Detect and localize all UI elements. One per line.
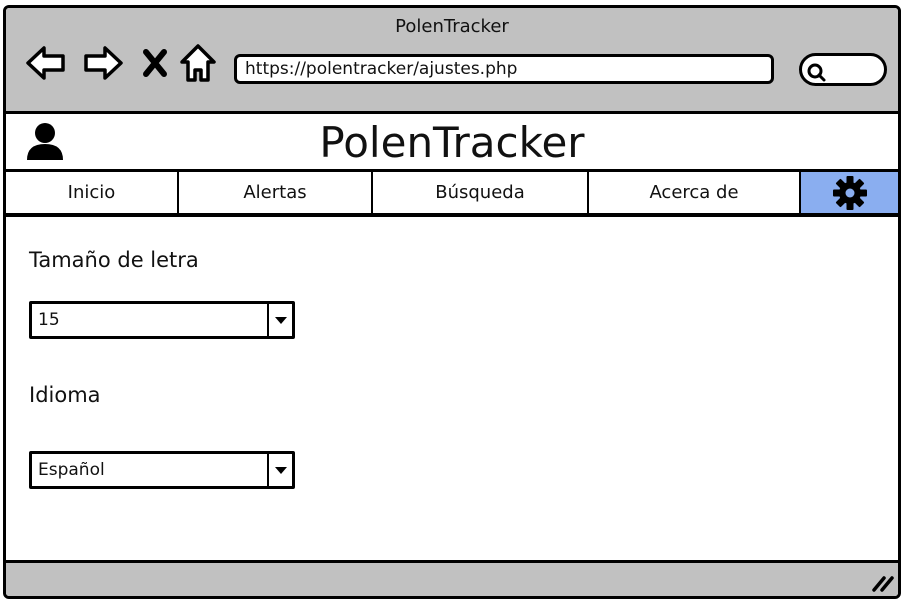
app-header: PolenTracker (6, 114, 898, 172)
main-nav: Inicio Alertas Búsqueda Acerca de (6, 172, 898, 217)
tab-acerca-de[interactable]: Acerca de (589, 172, 799, 213)
close-icon[interactable] (138, 42, 172, 84)
back-arrow-icon[interactable] (25, 42, 67, 84)
browser-toolbar: PolenTracker https://polentracker/ajuste… (6, 8, 898, 114)
status-bar (6, 560, 898, 596)
home-icon[interactable] (179, 42, 217, 84)
language-label: Idioma (29, 383, 101, 407)
dropdown-arrow[interactable] (267, 454, 292, 486)
chevron-down-icon (274, 467, 287, 474)
gear-icon (832, 175, 867, 210)
browser-search[interactable] (799, 53, 887, 86)
tab-label: Inicio (67, 182, 116, 203)
chevron-down-icon (274, 317, 287, 324)
url-input[interactable]: https://polentracker/ajustes.php (234, 54, 774, 84)
tab-alertas[interactable]: Alertas (179, 172, 373, 213)
tab-inicio[interactable]: Inicio (6, 172, 179, 213)
tab-label: Alertas (243, 182, 307, 203)
app-title: PolenTracker (319, 118, 585, 167)
resize-grip-icon[interactable] (870, 574, 894, 592)
language-select[interactable]: Español (29, 451, 295, 489)
font-size-label: Tamaño de letra (29, 248, 199, 272)
search-icon (807, 63, 826, 82)
font-size-select[interactable]: 15 (29, 301, 295, 339)
language-value: Español (38, 460, 105, 480)
window-title: PolenTracker (395, 16, 509, 37)
tab-label: Búsqueda (435, 182, 525, 203)
tab-label: Acerca de (649, 182, 739, 203)
dropdown-arrow[interactable] (267, 304, 292, 336)
browser-window: PolenTracker https://polentracker/ajuste… (3, 5, 901, 599)
tab-busqueda[interactable]: Búsqueda (373, 172, 589, 213)
font-size-value: 15 (38, 310, 60, 330)
tab-settings[interactable] (799, 172, 898, 213)
forward-arrow-icon[interactable] (82, 42, 124, 84)
settings-panel: Tamaño de letra 15 Idioma Español (6, 217, 898, 562)
